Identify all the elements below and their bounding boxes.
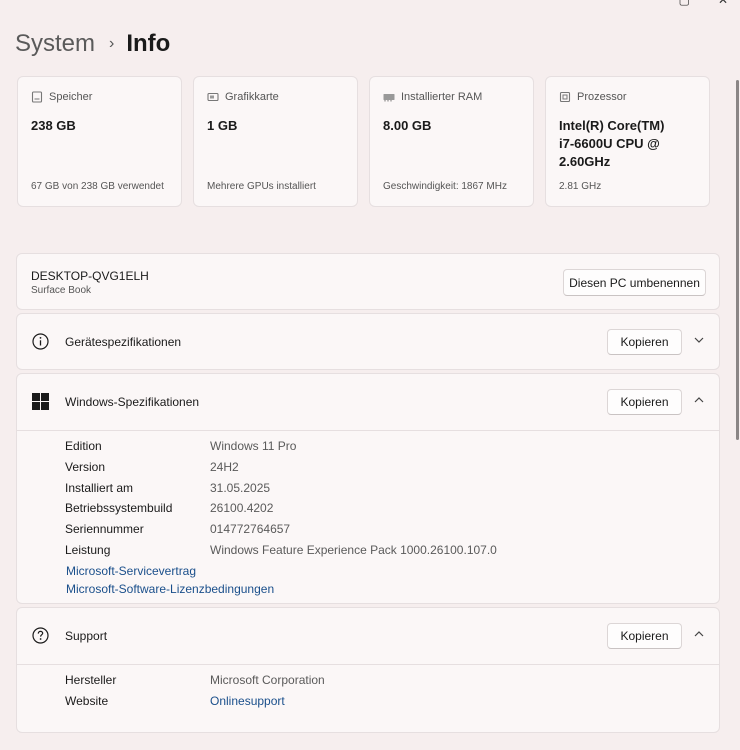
device-model: Surface Book [31, 285, 92, 296]
spec-label: Installiert am [65, 480, 134, 495]
rename-pc-button[interactable]: Diesen PC umbenennen [563, 269, 706, 296]
card-title: Grafikkarte [225, 91, 279, 103]
spec-label: Seriennummer [65, 522, 144, 537]
card-title: Speicher [49, 91, 93, 103]
spec-row: Edition Windows 11 Pro [65, 436, 497, 457]
spec-label: Edition [65, 439, 102, 454]
chevron-right-icon: › [109, 35, 115, 52]
spec-value: 24H2 [210, 460, 239, 475]
divider [17, 430, 719, 431]
license-terms-link[interactable]: Microsoft-Software-Lizenzbedingungen [66, 580, 274, 598]
scrollbar[interactable] [736, 80, 739, 440]
windows-logo-icon [32, 393, 49, 410]
support-header[interactable]: Support Kopieren [17, 608, 719, 664]
spec-value: 31.05.2025 [210, 480, 271, 495]
restore-icon[interactable]: ▢ [679, 0, 690, 6]
section-title: Windows-Spezifikationen [65, 395, 200, 409]
section-title: Gerätespezifikationen [65, 335, 182, 349]
spec-label: Betriebssystembuild [65, 501, 173, 516]
spec-row: Betriebssystembuild 26100.4202 [65, 498, 497, 519]
spec-cards: Speicher 238 GB 67 GB von 238 GB verwend… [17, 76, 710, 207]
support-rows: Hersteller Microsoft Corporation Website O… [65, 670, 325, 711]
info-icon [32, 333, 49, 350]
support-section: Support Kopieren Hersteller Microsoft Cor… [16, 607, 720, 733]
windows-links: Microsoft-Servicevertrag Microsoft-Softw… [66, 562, 274, 598]
section-title: Support [65, 629, 108, 643]
card-sub: Geschwindigkeit: 1867 MHz [383, 181, 507, 192]
card-value: 238 GB [31, 118, 76, 133]
spec-value: 014772764657 [210, 522, 291, 537]
spec-row: Seriennummer 014772764657 [65, 519, 497, 540]
breadcrumb: System › Info [15, 30, 170, 58]
copy-button[interactable]: Kopieren [607, 329, 682, 355]
copy-button[interactable]: Kopieren [607, 623, 682, 649]
card-title: Prozessor [577, 91, 627, 103]
card-sub: 2.81 GHz [559, 181, 602, 192]
help-icon [32, 627, 49, 644]
spec-value: Windows 11 Pro [210, 439, 297, 454]
divider [17, 664, 719, 665]
spec-row: Installiert am 31.05.2025 [65, 477, 497, 498]
spec-value: Windows Feature Experience Pack 1000.261… [210, 542, 497, 557]
support-row: Website Onlinesupport [65, 691, 325, 712]
chevron-up-icon[interactable] [692, 393, 706, 407]
device-specs-header[interactable]: Gerätespezifikationen Kopieren [17, 314, 719, 370]
online-support-link[interactable]: Onlinesupport [210, 694, 285, 708]
windows-specs-section: Windows-Spezifikationen Kopieren Edition… [16, 373, 720, 604]
support-label: Hersteller [65, 673, 117, 688]
windows-specs-header[interactable]: Windows-Spezifikationen Kopieren [17, 374, 719, 430]
storage-card[interactable]: Speicher 238 GB 67 GB von 238 GB verwend… [17, 76, 182, 207]
windows-spec-rows: Edition Windows 11 Pro Version 24H2 Instal… [65, 436, 497, 560]
chevron-down-icon[interactable] [692, 333, 706, 347]
device-name: DESKTOP-QVG1ELH [31, 269, 149, 283]
card-sub: Mehrere GPUs installiert [207, 181, 316, 192]
close-icon[interactable]: ✕ [718, 0, 728, 6]
card-value: Intel(R) Core(TM) i7-6600U CPU @ 2.60GHz [559, 118, 665, 169]
gpu-card[interactable]: Grafikkarte 1 GB Mehrere GPUs installier… [193, 76, 358, 207]
chevron-up-icon[interactable] [692, 627, 706, 641]
processor-icon [559, 91, 571, 103]
support-value: Microsoft Corporation [210, 673, 325, 688]
card-sub: 67 GB von 238 GB verwendet [31, 181, 164, 192]
support-label: Website [65, 694, 109, 709]
ram-card[interactable]: Installierter RAM 8.00 GB Geschwindigkei… [369, 76, 534, 207]
spec-row: Leistung Windows Feature Experience Pack … [65, 539, 497, 560]
window-controls: ▢ ✕ [679, 0, 728, 6]
spec-row: Version 24H2 [65, 457, 497, 478]
breadcrumb-system[interactable]: System [15, 30, 95, 58]
storage-icon [31, 91, 43, 103]
spec-label: Leistung [65, 542, 111, 557]
gpu-icon [207, 92, 219, 102]
card-value: 8.00 GB [383, 118, 432, 133]
support-row: Hersteller Microsoft Corporation [65, 670, 325, 691]
page-title: Info [126, 30, 171, 57]
card-value: 1 GB [207, 118, 238, 133]
device-panel: DESKTOP-QVG1ELH Surface Book Diesen PC u… [16, 253, 720, 310]
spec-value: 26100.4202 [210, 501, 274, 516]
ram-icon [383, 94, 395, 102]
device-specs-section: Gerätespezifikationen Kopieren [16, 313, 720, 370]
copy-button[interactable]: Kopieren [607, 389, 682, 415]
processor-card[interactable]: Prozessor Intel(R) Core(TM) i7-6600U CPU… [545, 76, 710, 207]
card-title: Installierter RAM [401, 91, 483, 103]
spec-label: Version [65, 460, 106, 475]
service-agreement-link[interactable]: Microsoft-Servicevertrag [66, 562, 274, 580]
